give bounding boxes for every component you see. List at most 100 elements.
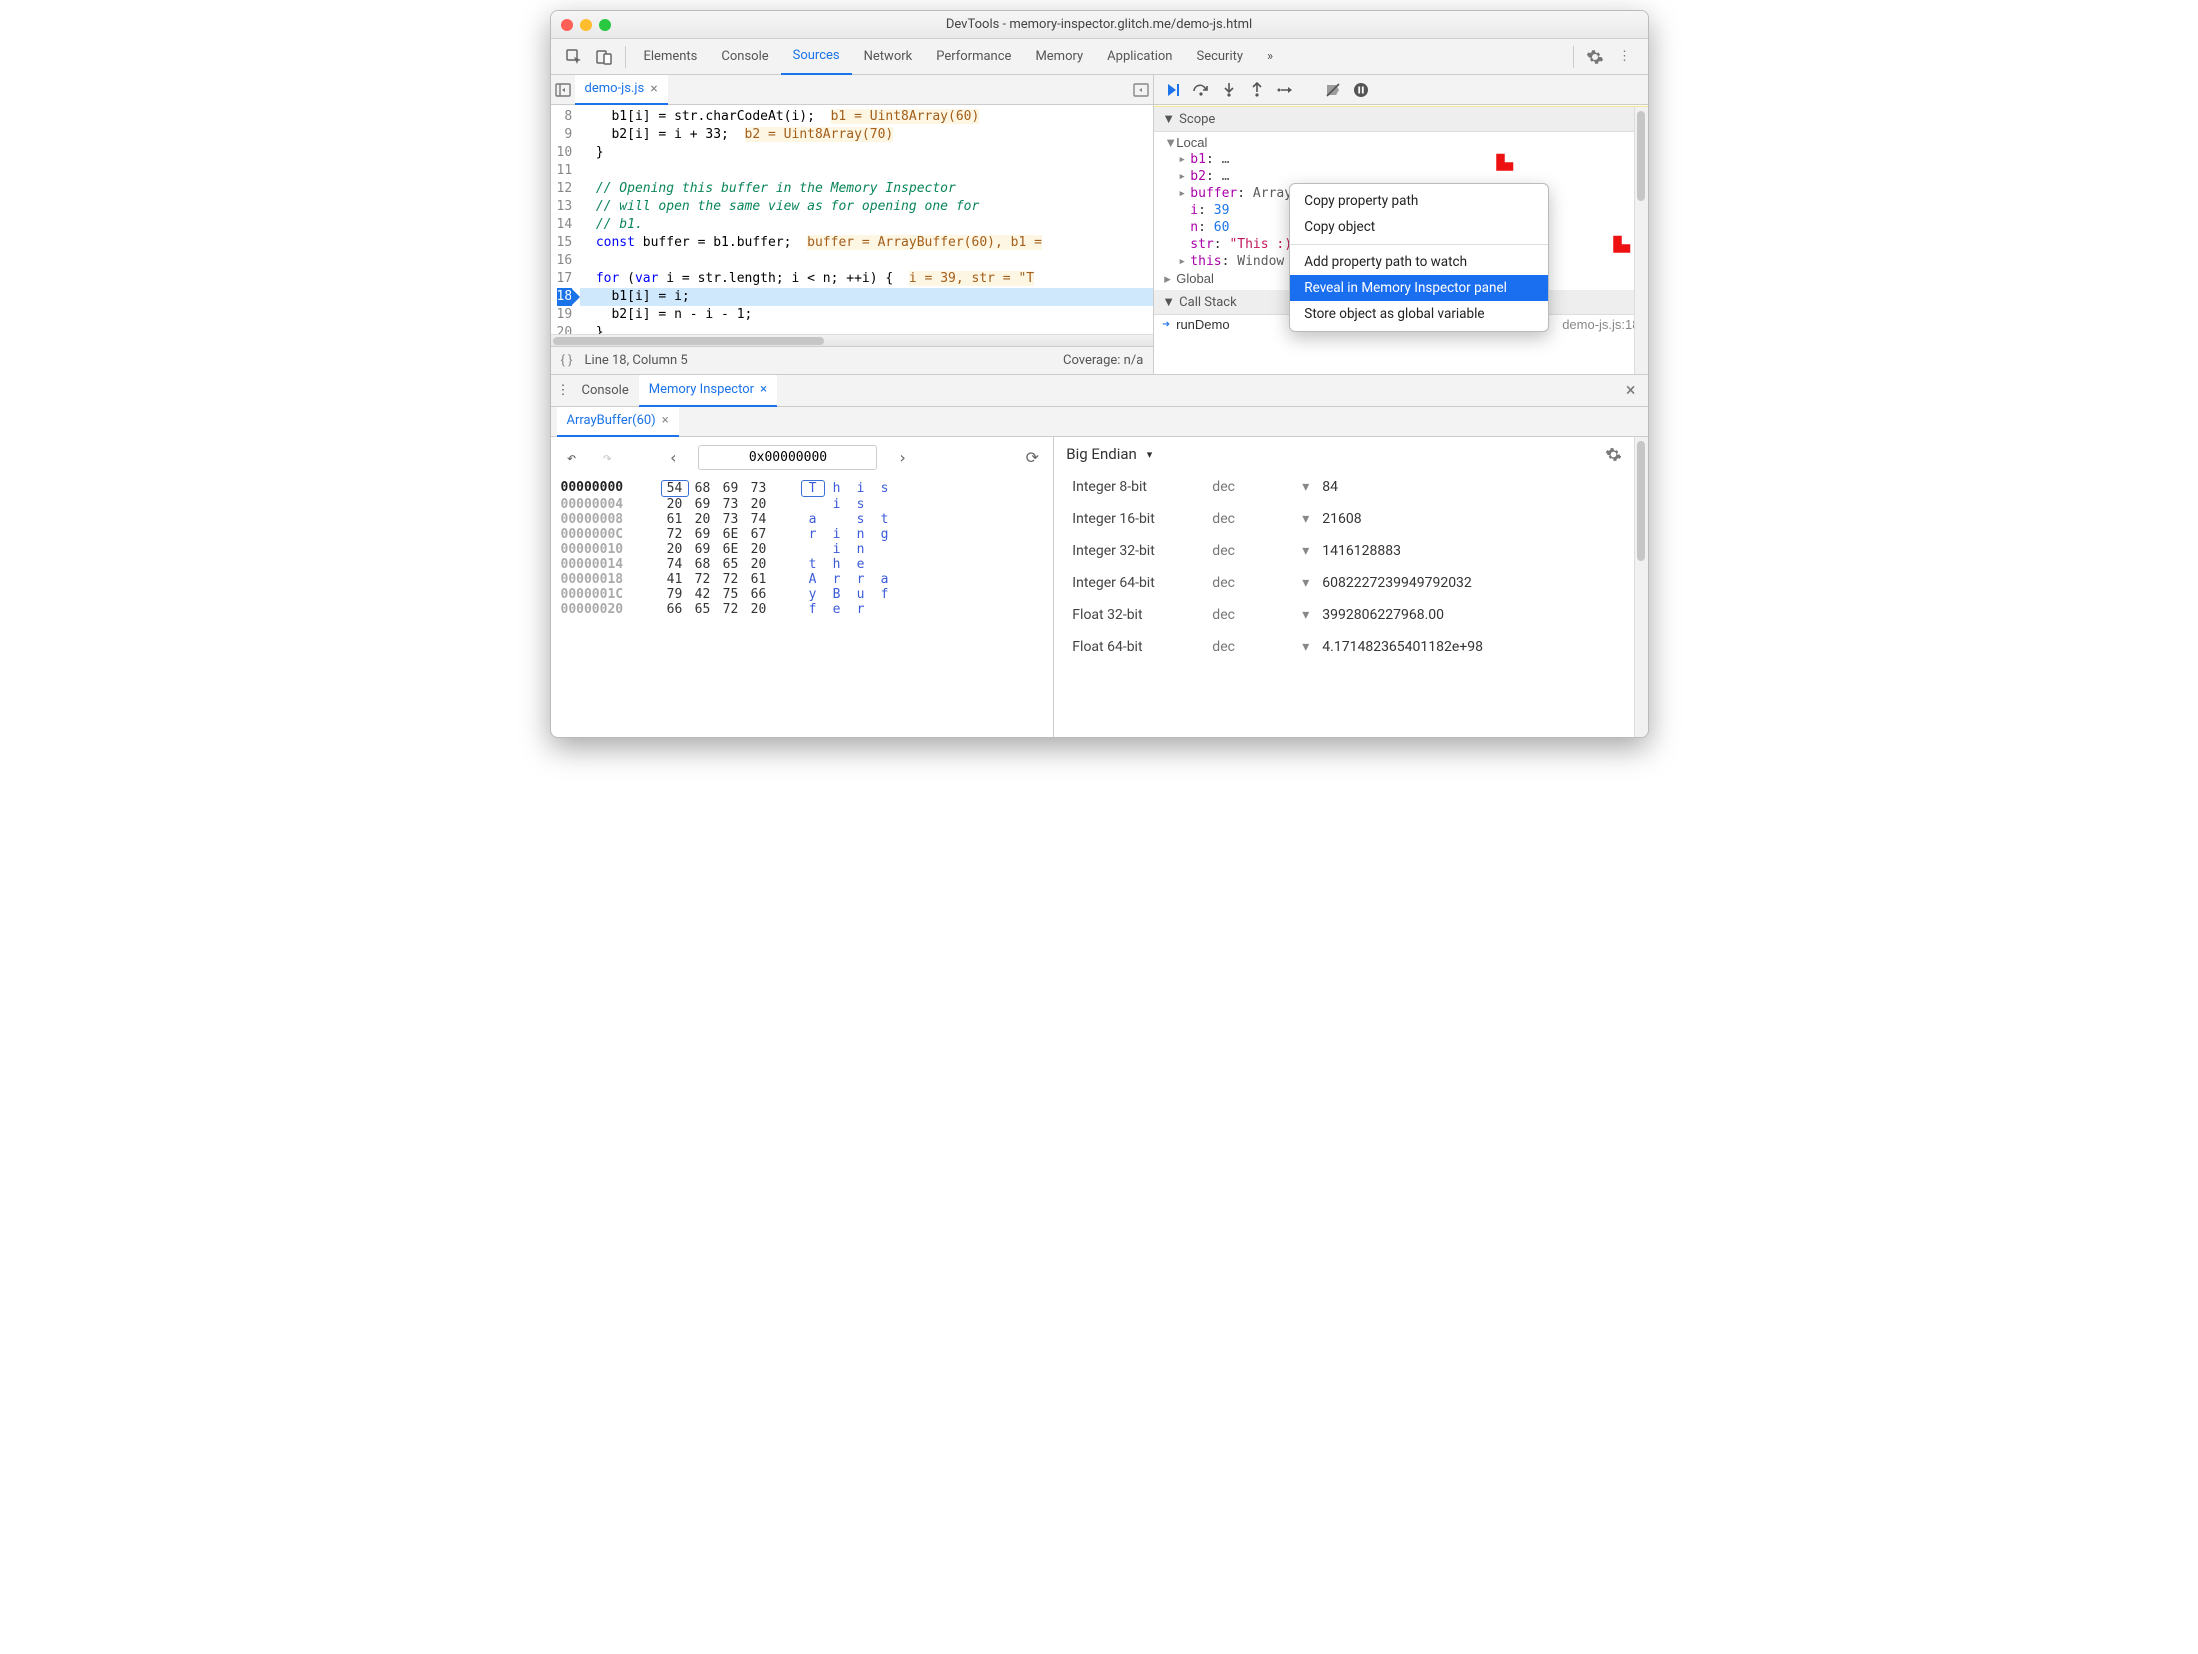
inspect-element-icon[interactable] bbox=[559, 42, 589, 72]
ctx-item[interactable]: Add property path to watch bbox=[1290, 249, 1548, 275]
braces-icon[interactable]: { } bbox=[561, 353, 573, 368]
tab-elements[interactable]: Elements bbox=[632, 39, 710, 75]
ctx-item[interactable]: Reveal in Memory Inspector panel bbox=[1290, 275, 1548, 301]
hex-ascii[interactable]: fer bbox=[801, 602, 921, 617]
line-number[interactable]: 16 bbox=[557, 252, 573, 270]
settings-gear-icon[interactable] bbox=[1580, 42, 1610, 72]
callstack-frame[interactable]: runDemo bbox=[1176, 317, 1229, 332]
tab-sources[interactable]: Sources bbox=[781, 39, 852, 75]
hex-address: 00000000 bbox=[561, 480, 651, 497]
tab-application[interactable]: Application bbox=[1095, 39, 1184, 75]
scope-variable-b1[interactable]: ▸b1: … bbox=[1168, 151, 1647, 168]
ctx-item[interactable]: Copy property path bbox=[1290, 188, 1548, 214]
navigator-toggle-icon[interactable] bbox=[555, 82, 571, 98]
hex-bytes[interactable]: 74686520 bbox=[661, 557, 791, 572]
scope-local-label[interactable]: Local bbox=[1176, 135, 1207, 150]
drawer-tab-memory-inspector[interactable]: Memory Inspector × bbox=[639, 375, 777, 407]
hex-ascii[interactable]: This bbox=[801, 480, 921, 497]
line-number[interactable]: 11 bbox=[557, 162, 573, 180]
line-number[interactable]: 12 bbox=[557, 180, 573, 198]
ctx-item[interactable]: Store object as global variable bbox=[1290, 301, 1548, 327]
interp-type-label: Integer 16-bit bbox=[1066, 503, 1206, 535]
horizontal-scrollbar[interactable] bbox=[551, 334, 1154, 346]
hex-ascii[interactable]: a st bbox=[801, 512, 921, 527]
close-icon[interactable]: × bbox=[1620, 380, 1642, 401]
buffer-tab[interactable]: ArrayBuffer(60) × bbox=[557, 407, 679, 437]
hex-address: 00000004 bbox=[561, 497, 651, 512]
close-icon[interactable]: × bbox=[662, 413, 669, 428]
endianness-selector[interactable]: Big Endian ▾ bbox=[1066, 445, 1152, 463]
line-number[interactable]: 13 bbox=[557, 198, 573, 216]
hex-bytes[interactable]: 79427566 bbox=[661, 587, 791, 602]
hex-ascii[interactable]: is bbox=[801, 497, 921, 512]
file-tab-overflow-icon[interactable] bbox=[1133, 82, 1149, 98]
hex-ascii[interactable]: Arra bbox=[801, 572, 921, 587]
scope-section-header[interactable]: ▼ Scope bbox=[1154, 107, 1647, 132]
drawer-kebab-icon[interactable]: ⋮ bbox=[557, 383, 570, 398]
device-toolbar-icon[interactable] bbox=[589, 42, 619, 72]
vertical-scrollbar[interactable] bbox=[1634, 107, 1648, 374]
pause-exceptions-icon[interactable] bbox=[1352, 81, 1370, 99]
drawer-tab-console[interactable]: Console bbox=[572, 375, 639, 407]
step-into-icon[interactable] bbox=[1220, 81, 1238, 99]
section-label: Call Stack bbox=[1179, 295, 1237, 310]
settings-gear-icon[interactable] bbox=[1605, 446, 1622, 463]
line-number[interactable]: 9 bbox=[557, 126, 573, 144]
step-out-icon[interactable] bbox=[1248, 81, 1266, 99]
file-tab-demo-js[interactable]: demo-js.js × bbox=[575, 75, 668, 105]
step-over-icon[interactable] bbox=[1192, 81, 1210, 99]
hex-address: 00000018 bbox=[561, 572, 651, 587]
hex-ascii[interactable]: yBuf bbox=[801, 587, 921, 602]
hex-ascii[interactable]: in bbox=[801, 542, 921, 557]
tab-network[interactable]: Network bbox=[852, 39, 925, 75]
tab-security[interactable]: Security bbox=[1184, 39, 1255, 75]
code-editor[interactable]: 89101112131415161718192021 b1[i] = str.c… bbox=[551, 105, 1154, 334]
refresh-icon[interactable]: ⟳ bbox=[1021, 448, 1043, 467]
chevron-down-icon: ▼ bbox=[1162, 111, 1175, 127]
vertical-scrollbar[interactable] bbox=[1634, 437, 1648, 737]
interp-encoding-selector[interactable]: dec bbox=[1206, 631, 1296, 663]
line-number[interactable]: 18 bbox=[557, 288, 573, 306]
interpretation-row: Integer 16-bitdec▾21608 bbox=[1066, 503, 1621, 535]
line-number[interactable]: 19 bbox=[557, 306, 573, 324]
redo-icon[interactable]: ↷ bbox=[597, 448, 619, 467]
interp-encoding-selector[interactable]: dec bbox=[1206, 535, 1296, 567]
hex-bytes[interactable]: 72696E67 bbox=[661, 527, 791, 542]
resume-icon[interactable] bbox=[1164, 81, 1182, 99]
line-number[interactable]: 8 bbox=[557, 108, 573, 126]
hex-ascii[interactable]: the bbox=[801, 557, 921, 572]
ctx-item[interactable]: Copy object bbox=[1290, 214, 1548, 240]
interp-encoding-selector[interactable]: dec bbox=[1206, 503, 1296, 535]
hex-bytes[interactable]: 20696E20 bbox=[661, 542, 791, 557]
line-number[interactable]: 20 bbox=[557, 324, 573, 334]
close-icon[interactable]: × bbox=[650, 81, 657, 97]
close-icon[interactable]: × bbox=[760, 382, 767, 397]
hex-bytes[interactable]: 66657220 bbox=[661, 602, 791, 617]
undo-icon[interactable]: ↶ bbox=[561, 448, 583, 467]
hex-ascii[interactable]: ring bbox=[801, 527, 921, 542]
hex-bytes[interactable]: 41727261 bbox=[661, 572, 791, 587]
callstack-location[interactable]: demo-js.js:18 bbox=[1562, 317, 1639, 332]
interp-encoding-selector[interactable]: dec bbox=[1206, 471, 1296, 503]
kebab-menu-icon[interactable]: ⋮ bbox=[1610, 42, 1640, 72]
prev-page-icon[interactable]: ‹ bbox=[662, 448, 684, 467]
hex-bytes[interactable]: 54686973 bbox=[661, 480, 791, 497]
tab-memory[interactable]: Memory bbox=[1023, 39, 1095, 75]
line-number[interactable]: 17 bbox=[557, 270, 573, 288]
hex-bytes[interactable]: 20697320 bbox=[661, 497, 791, 512]
line-number[interactable]: 15 bbox=[557, 234, 573, 252]
step-icon[interactable] bbox=[1276, 81, 1294, 99]
line-number[interactable]: 14 bbox=[557, 216, 573, 234]
interp-encoding-selector[interactable]: dec bbox=[1206, 567, 1296, 599]
tab-console[interactable]: Console bbox=[709, 39, 780, 75]
next-page-icon[interactable]: › bbox=[891, 448, 913, 467]
tabs-overflow-button[interactable]: » bbox=[1255, 39, 1285, 75]
hex-bytes[interactable]: 61207374 bbox=[661, 512, 791, 527]
hex-address: 00000020 bbox=[561, 602, 651, 617]
scope-global-label[interactable]: Global bbox=[1176, 271, 1214, 286]
interp-encoding-selector[interactable]: dec bbox=[1206, 599, 1296, 631]
deactivate-breakpoints-icon[interactable] bbox=[1324, 81, 1342, 99]
line-number[interactable]: 10 bbox=[557, 144, 573, 162]
tab-performance[interactable]: Performance bbox=[924, 39, 1023, 75]
address-input[interactable] bbox=[698, 445, 877, 470]
